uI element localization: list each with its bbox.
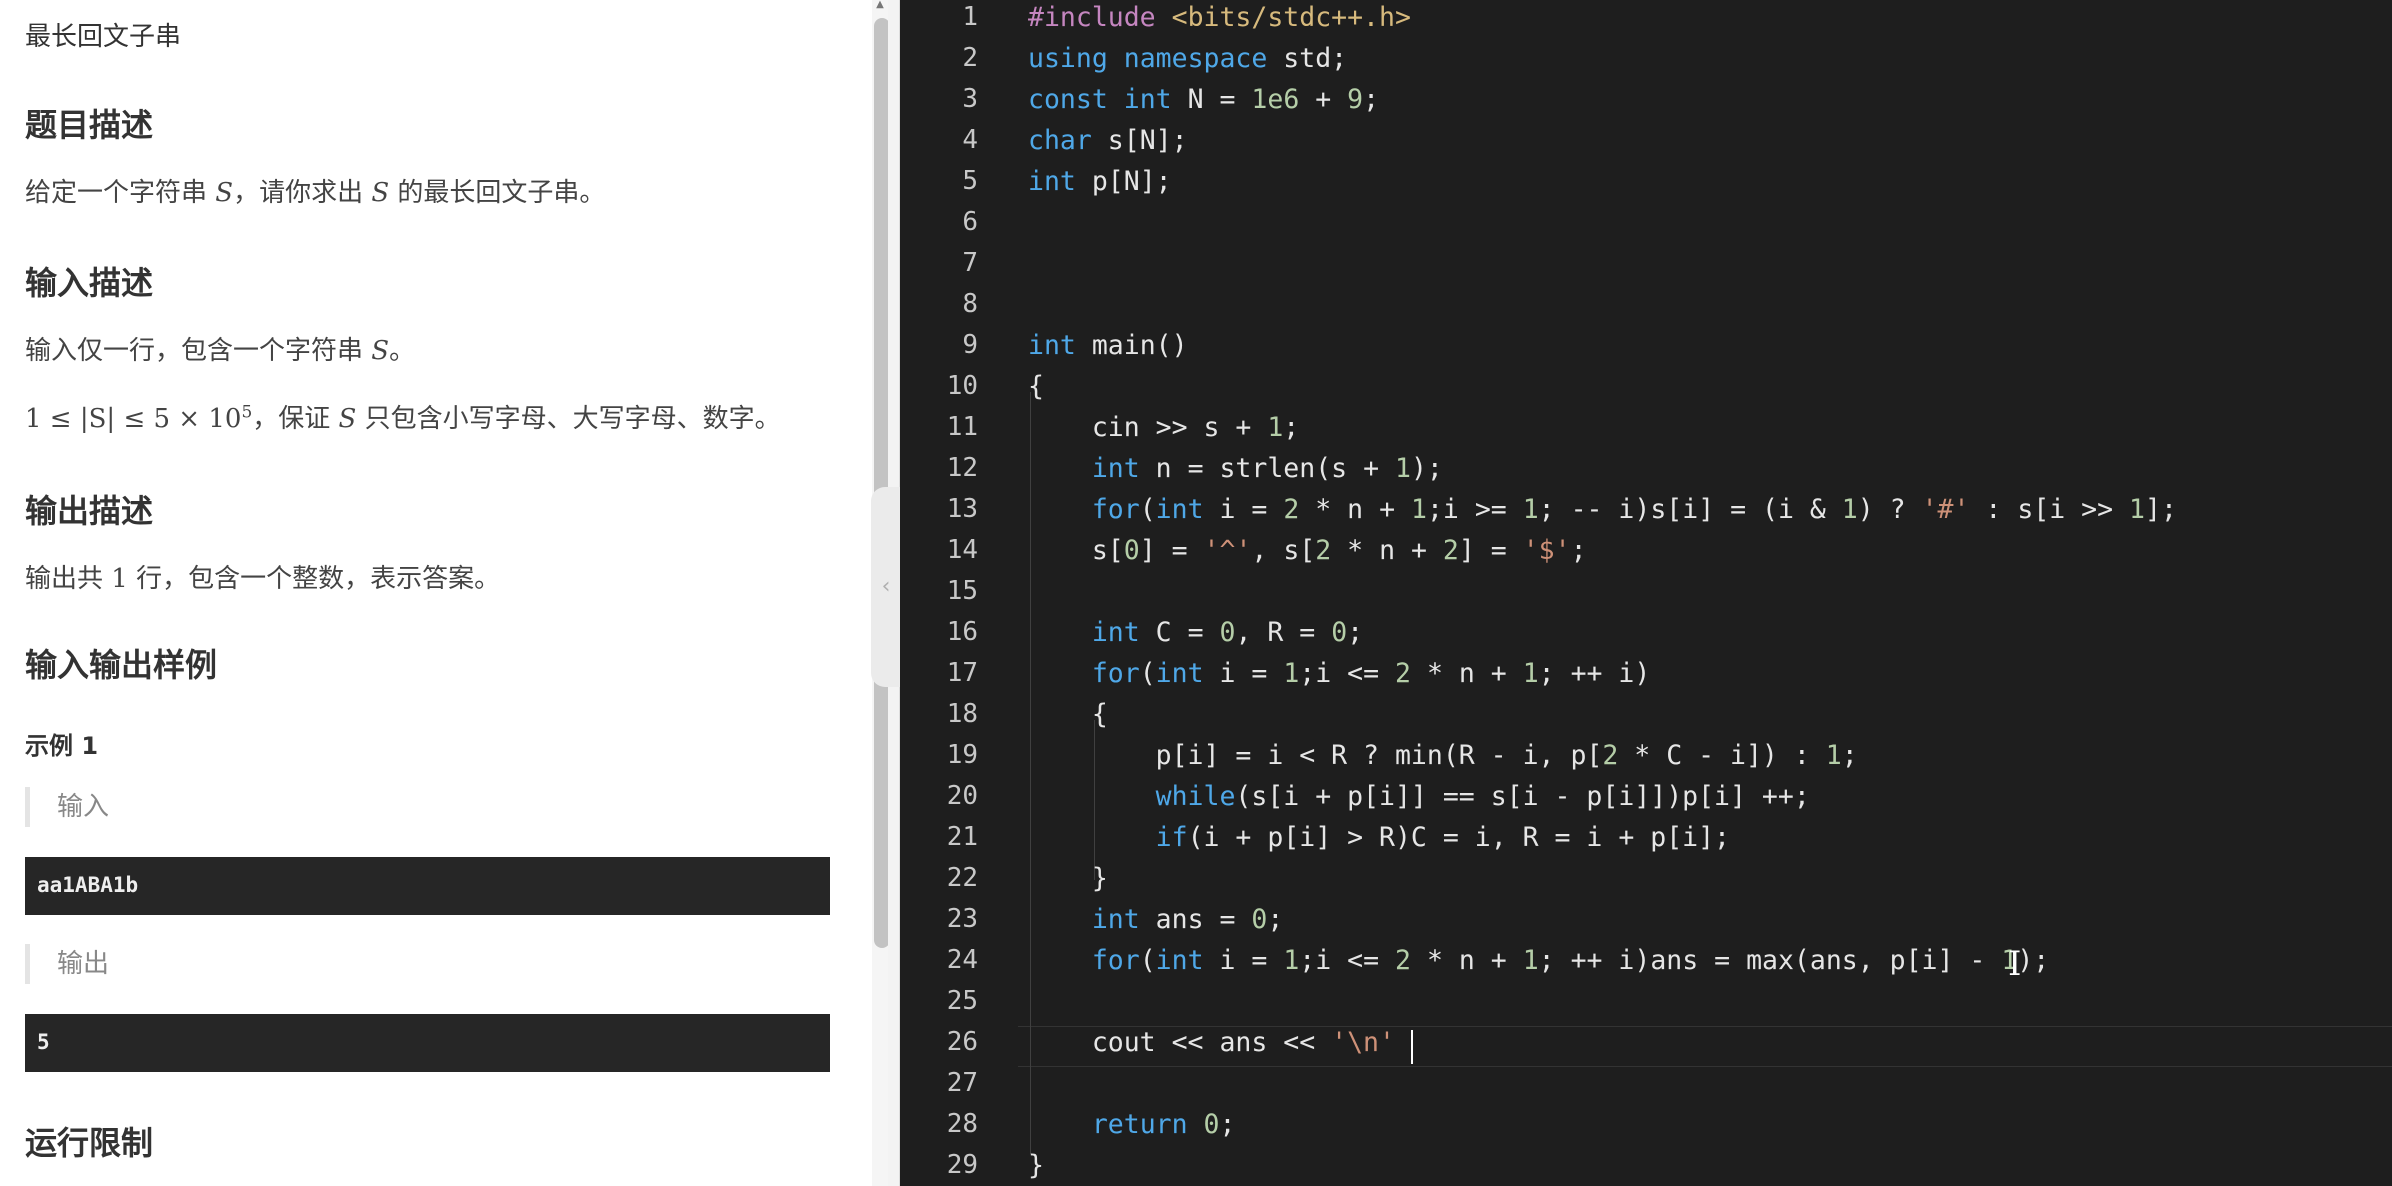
- line-number-gutter: 1 2 3 4 5 6 7 8 9 10 11 12 13 14 15 16 1…: [900, 0, 1018, 1186]
- code-text-area[interactable]: #include <bits/stdc++.h> using namespace…: [1028, 0, 2388, 1186]
- code-line-28[interactable]: return 0;: [1028, 1104, 1236, 1145]
- sample-input-box[interactable]: aa1ABA1b: [25, 857, 830, 915]
- code-line-10[interactable]: {: [1028, 366, 1044, 407]
- line-number: 20: [946, 781, 978, 811]
- code-line-16[interactable]: int C = 0, R = 0;: [1028, 612, 1363, 653]
- sample-heading: 输入输出样例: [25, 646, 218, 684]
- line-number: 14: [946, 535, 978, 565]
- input-description-text: 输入仅一行，包含一个字符串 S。: [25, 336, 416, 366]
- line-number: 18: [946, 699, 978, 729]
- sample-input-label: 输入: [25, 787, 830, 827]
- code-line-1[interactable]: #include <bits/stdc++.h>: [1028, 0, 1411, 38]
- line-number: 8: [962, 289, 978, 319]
- line-number: 25: [946, 986, 978, 1016]
- line-number: 11: [946, 412, 978, 442]
- code-line-14[interactable]: s[0] = '^', s[2 * n + 2] = '$';: [1028, 530, 1587, 571]
- limits-heading: 运行限制: [25, 1124, 154, 1162]
- line-number: 22: [946, 863, 978, 893]
- code-line-23[interactable]: int ans = 0;: [1028, 899, 1284, 940]
- code-line-26[interactable]: cout << ans << '\n': [1028, 1022, 1395, 1063]
- line-number: 21: [946, 822, 978, 852]
- code-line-19[interactable]: p[i] = i < R ? min(R - i, p[2 * C - i]) …: [1028, 735, 1858, 776]
- code-line-3[interactable]: const int N = 1e6 + 9;: [1028, 79, 1379, 120]
- line-number: 29: [946, 1150, 978, 1180]
- code-line-5[interactable]: int p[N];: [1028, 161, 1172, 202]
- line-number: 13: [946, 494, 978, 524]
- code-editor[interactable]: 1 2 3 4 5 6 7 8 9 10 11 12 13 14 15 16 1…: [900, 0, 2392, 1186]
- collapse-panel-chevron-icon[interactable]: ‹: [871, 487, 901, 687]
- code-line-17[interactable]: for(int i = 1;i <= 2 * n + 1; ++ i): [1028, 653, 1651, 694]
- line-number: 15: [946, 576, 978, 606]
- line-number: 23: [946, 904, 978, 934]
- line-number: 10: [946, 371, 978, 401]
- code-line-20[interactable]: while(s[i + p[i]] == s[i - p[i]])p[i] ++…: [1028, 776, 1810, 817]
- code-line-4[interactable]: char s[N];: [1028, 120, 1188, 161]
- line-number: 27: [946, 1068, 978, 1098]
- line-number: 26: [946, 1027, 978, 1057]
- output-description-text: 输出共 1 行，包含一个整数，表示答案。: [25, 564, 501, 594]
- problem-title: 最长回文子串: [25, 22, 182, 52]
- line-number: 9: [962, 330, 978, 360]
- line-number: 17: [946, 658, 978, 688]
- line-number: 5: [962, 166, 978, 196]
- description-heading: 题目描述: [25, 106, 154, 144]
- code-line-9[interactable]: int main(): [1028, 325, 1188, 366]
- description-text: 给定一个字符串 S，请你求出 S 的最长回文子串。: [25, 178, 606, 208]
- scroll-up-arrow-icon[interactable]: ▲: [874, 0, 886, 10]
- code-line-13[interactable]: for(int i = 2 * n + 1;i >= 1; -- i)s[i] …: [1028, 489, 2177, 530]
- code-line-2[interactable]: using namespace std;: [1028, 38, 1347, 79]
- code-line-21[interactable]: if(i + p[i] > R)C = i, R = i + p[i];: [1028, 817, 1730, 858]
- line-number: 2: [962, 43, 978, 73]
- input-description-heading: 输入描述: [25, 264, 154, 302]
- problem-pane: 最长回文子串 题目描述 给定一个字符串 S，请你求出 S 的最长回文子串。 输入…: [0, 0, 872, 1186]
- line-number: 3: [962, 84, 978, 114]
- line-number: 1: [962, 2, 978, 32]
- input-constraint-text: 1 ≤ |S| ≤ 5 × 105，保证 S 只包含小写字母、大写字母、数字。: [25, 402, 781, 434]
- output-description-heading: 输出描述: [25, 492, 154, 530]
- example-label: 示例 1: [25, 732, 99, 760]
- code-line-29[interactable]: }: [1028, 1145, 1044, 1186]
- code-line-24[interactable]: for(int i = 1;i <= 2 * n + 1; ++ i)ans =…: [1028, 940, 2049, 981]
- ibeam-cursor-icon: I: [2008, 944, 2022, 984]
- line-number: 12: [946, 453, 978, 483]
- line-number: 16: [946, 617, 978, 647]
- code-line-12[interactable]: int n = strlen(s + 1);: [1028, 448, 1443, 489]
- sample-output-box[interactable]: 5: [25, 1014, 830, 1072]
- line-number: 4: [962, 125, 978, 155]
- sample-output-label: 输出: [25, 944, 830, 984]
- line-number: 28: [946, 1109, 978, 1139]
- line-number: 24: [946, 945, 978, 975]
- code-line-22[interactable]: }: [1028, 858, 1108, 899]
- line-number: 7: [962, 248, 978, 278]
- line-number: 19: [946, 740, 978, 770]
- code-line-11[interactable]: cin >> s + 1;: [1028, 407, 1299, 448]
- line-number: 6: [962, 207, 978, 237]
- code-line-18[interactable]: {: [1028, 694, 1108, 735]
- text-cursor: [1411, 1030, 1413, 1064]
